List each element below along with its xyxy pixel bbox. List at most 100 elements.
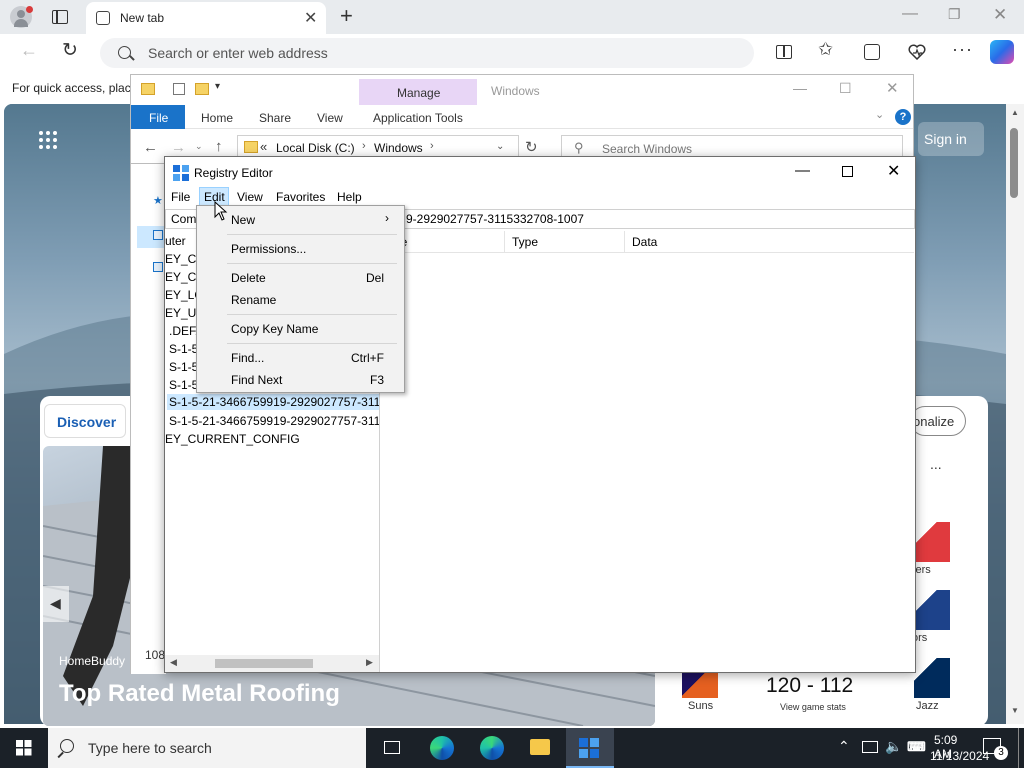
tab-home[interactable]: Home: [201, 111, 233, 125]
network-icon[interactable]: [862, 741, 878, 753]
restore-icon[interactable]: ❐: [948, 6, 961, 23]
minimize-icon[interactable]: —: [902, 5, 918, 23]
explorer-back-icon[interactable]: ←: [143, 139, 158, 156]
sign-in-button[interactable]: Sign in: [918, 122, 984, 156]
manage-context-tab[interactable]: Manage: [359, 79, 477, 105]
tab-share[interactable]: Share: [259, 111, 291, 125]
menu-item-find-next[interactable]: Find Next: [231, 373, 282, 387]
tree-node[interactable]: uter: [165, 234, 186, 248]
favorites-icon[interactable]: ✩: [818, 39, 833, 60]
edge-icon[interactable]: [418, 728, 466, 768]
card-more-icon[interactable]: ...: [930, 456, 942, 472]
input-indicator-icon[interactable]: ⌨: [907, 739, 926, 755]
tab-new-tab[interactable]: New tab ✕: [86, 2, 326, 34]
edge-icon-2[interactable]: [468, 728, 516, 768]
page-scrollbar[interactable]: ▲ ▼: [1006, 104, 1024, 724]
scroll-down-icon[interactable]: ▼: [1011, 706, 1019, 715]
explorer-close-icon[interactable]: ✕: [886, 79, 899, 97]
start-button[interactable]: [0, 728, 48, 768]
tree-node[interactable]: EY_CURRENT_CONFIG: [165, 432, 300, 446]
taskbar-search-box[interactable]: Type here to search: [48, 728, 366, 768]
tree-node[interactable]: S-1-5-21-3466759919-2929027757-31153: [169, 414, 379, 428]
path-overflow[interactable]: «: [260, 139, 267, 154]
browser-essentials-icon[interactable]: [908, 44, 926, 60]
scroll-up-icon[interactable]: ▲: [1011, 108, 1019, 117]
refresh-icon[interactable]: ↻: [62, 39, 78, 62]
tree-node-selected[interactable]: S-1-5-21-3466759919-2929027757-31153: [167, 394, 379, 410]
column-data[interactable]: Data: [632, 235, 657, 249]
regedit-minimize-icon[interactable]: —: [795, 162, 810, 179]
tree-node[interactable]: EY_CI: [165, 270, 200, 284]
tree-hscrollbar[interactable]: ◀ ▶: [165, 655, 379, 672]
registry-values-pane[interactable]: ame Type Data: [384, 231, 914, 672]
game-stats-link[interactable]: View game stats: [780, 702, 846, 712]
tree-node[interactable]: S-1-5: [169, 342, 198, 356]
close-tab-icon[interactable]: ✕: [304, 8, 317, 28]
regedit-close-icon[interactable]: ✕: [887, 161, 900, 181]
menu-item-copy-key-name[interactable]: Copy Key Name: [231, 322, 318, 336]
clock[interactable]: 5:09 AM 11/13/2024: [930, 730, 989, 766]
menu-view[interactable]: View: [237, 190, 263, 204]
expand-ribbon-icon[interactable]: ⌄: [875, 108, 884, 121]
scroll-left-icon[interactable]: ◀: [170, 657, 177, 668]
explorer-refresh-icon[interactable]: ↻: [525, 138, 538, 156]
volume-icon[interactable]: 🔈: [885, 738, 902, 755]
carousel-prev-icon[interactable]: ◀: [43, 586, 69, 622]
address-dropdown-icon[interactable]: ⌄: [496, 141, 504, 152]
show-hidden-icons-icon[interactable]: ⌃: [838, 738, 850, 755]
recent-locations-icon[interactable]: ⌄: [195, 141, 203, 152]
back-icon[interactable]: ←: [20, 40, 38, 61]
menu-item-delete[interactable]: Delete: [231, 271, 266, 285]
show-desktop-button[interactable]: [1018, 728, 1019, 768]
tree-node[interactable]: EY_CI: [165, 252, 200, 266]
tab-actions-icon[interactable]: [52, 10, 68, 24]
up-icon[interactable]: ↑: [215, 138, 223, 155]
menu-favorites[interactable]: Favorites: [276, 190, 325, 204]
menu-item-permissions[interactable]: Permissions...: [231, 242, 306, 256]
explorer-maximize-icon[interactable]: ☐: [839, 80, 852, 97]
tree-node[interactable]: S-1-5: [169, 378, 198, 392]
apps-grid-icon[interactable]: [38, 130, 58, 150]
scroll-thumb[interactable]: [215, 659, 313, 668]
column-type[interactable]: Type: [512, 235, 538, 249]
explorer-search-placeholder: Search Windows: [602, 142, 693, 156]
file-explorer-taskbar-icon[interactable]: [516, 728, 564, 768]
menu-item-find[interactable]: Find...: [231, 351, 264, 365]
menu-item-new[interactable]: New: [231, 213, 255, 227]
scroll-thumb[interactable]: [1010, 128, 1018, 198]
regedit-maximize-icon[interactable]: [842, 166, 853, 177]
regedit-title: Registry Editor: [194, 166, 273, 180]
address-bar[interactable]: Search or enter web address: [100, 38, 754, 68]
scroll-right-icon[interactable]: ▶: [366, 657, 373, 668]
new-folder-icon[interactable]: [195, 83, 209, 95]
menu-item-rename[interactable]: Rename: [231, 293, 276, 307]
profile-avatar-icon[interactable]: [10, 6, 33, 28]
path-segment[interactable]: Windows: [374, 141, 423, 155]
explorer-forward-icon[interactable]: →: [171, 139, 186, 156]
explorer-minimize-icon[interactable]: —: [793, 80, 807, 96]
file-explorer-window[interactable]: ▾ Manage Windows — ☐ ✕ File Home Share V…: [130, 74, 914, 164]
split-screen-icon[interactable]: [776, 45, 792, 59]
more-options-icon[interactable]: ···: [952, 39, 973, 60]
customize-qat-icon[interactable]: ▾: [215, 81, 220, 92]
task-view-icon[interactable]: [368, 728, 416, 768]
menu-help[interactable]: Help: [337, 190, 362, 204]
copilot-icon[interactable]: [990, 40, 1014, 64]
regedit-taskbar-icon[interactable]: [566, 728, 614, 768]
path-segment[interactable]: Local Disk (C:): [276, 141, 355, 155]
path-chevron-icon[interactable]: ›: [362, 140, 366, 152]
path-chevron-icon[interactable]: ›: [430, 140, 434, 152]
help-icon[interactable]: ?: [895, 109, 911, 125]
tab-view[interactable]: View: [317, 111, 343, 125]
tab-application-tools[interactable]: Application Tools: [373, 111, 463, 125]
personalize-label: onalize: [913, 414, 955, 429]
properties-icon[interactable]: [173, 83, 185, 95]
personalize-button[interactable]: onalize: [910, 406, 966, 436]
tree-node[interactable]: S-1-5: [169, 360, 198, 374]
discover-tab[interactable]: Discover: [44, 404, 126, 438]
close-window-icon[interactable]: ✕: [993, 5, 1007, 25]
collections-icon[interactable]: [864, 44, 880, 60]
tab-file[interactable]: File: [131, 105, 185, 129]
menu-file[interactable]: File: [171, 190, 190, 204]
add-tab-icon[interactable]: +: [340, 3, 353, 29]
